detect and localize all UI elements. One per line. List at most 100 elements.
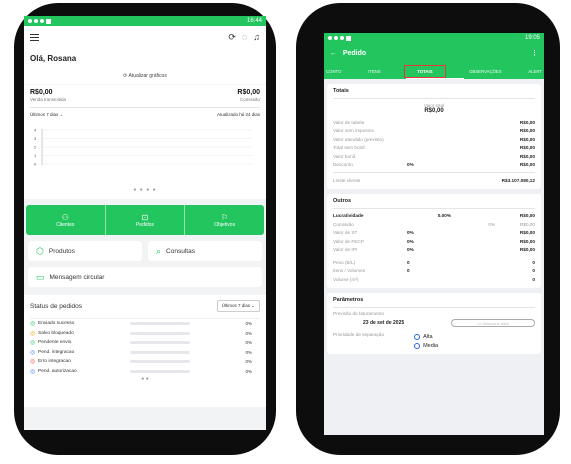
lucratividade-row: Lucratividade 0.00% R$0,00 (333, 212, 535, 221)
update-charts-link[interactable]: ⟳ Atualizar gráficos (24, 73, 266, 84)
consultas-button[interactable]: ⌕ Consultas (148, 241, 262, 261)
shortcut-bar: ⚇ Clientes ⊡ Pedidos ⚐ Objetivos (26, 205, 264, 235)
order-status-card: Status de pedidos Últimos 7 dias ⌄ ◎ Envi… (24, 295, 266, 407)
tab-observacoes[interactable]: OBSERVAÇÕES (467, 69, 504, 74)
back-arrow-icon[interactable]: ← (330, 50, 337, 57)
status-bar-track (130, 341, 190, 345)
previsao-label-text: Previsão de faturamento (333, 311, 385, 317)
status-bar: 19:05 (324, 33, 544, 43)
bag-icon: ⊡ (141, 212, 149, 222)
tax-label: Valor de FECP (333, 238, 364, 244)
sales-label: Venda transmitida (30, 97, 67, 102)
prioridade-label: Prioridade de separação (333, 332, 385, 337)
status-bar-track (130, 331, 190, 335)
status-icon: ◎ (30, 359, 36, 366)
totais-heading: Totais (333, 88, 535, 99)
comissao-value: R$0,00 (519, 221, 535, 227)
status-dots: ● ● (141, 376, 149, 382)
lucratividade-pct: 0.00% (437, 213, 451, 219)
row-label: Valor de tabela (333, 119, 365, 125)
tab-totais[interactable]: TOTAIS (404, 64, 446, 78)
status-row: ◎ Pendente envio 0% (30, 338, 260, 348)
volume-row: Volume (m³) 0 (333, 275, 535, 284)
tax-pct: 0% (407, 238, 414, 244)
produtos-button[interactable]: ⬡ Produtos (28, 241, 142, 261)
outros-card: Outros Lucratividade 0.00% R$0,00 Comiss… (327, 193, 541, 288)
more-icon[interactable]: ⋮ (531, 49, 538, 57)
y-tick-label: 1 (34, 153, 37, 158)
comissao-pct: 0% (488, 221, 495, 227)
sales-chart: 4 3 2 1 0 (34, 128, 252, 167)
limite-label: Limite cliente (333, 177, 361, 183)
tab-alert[interactable]: ALERT (526, 69, 544, 74)
status-row: ◎ Pend. integracao 0% (30, 348, 260, 358)
pedidos-button[interactable]: ⊡ Pedidos (106, 205, 186, 235)
radio-media[interactable]: Media (414, 341, 438, 350)
status-pct: 0% (245, 340, 252, 346)
sales-value: R$0,00 (30, 89, 53, 96)
status-label: Pend. autorizacao (38, 368, 77, 374)
status-row: ◎ Pend. autorizacao 0% (30, 367, 260, 377)
order-header: 19:05 ← Pedido ⋮ CONTO ITENS TOTAIS OBSE… (324, 33, 544, 79)
status-label: Enviado sucesso (38, 321, 75, 327)
totais-card: Totais Valor total R$0,00 Valor de tabel… (327, 84, 541, 189)
clientes-label: Clientes (56, 221, 75, 228)
row-label: Valor atendido (previsto) (333, 136, 384, 142)
y-tick-label: 3 (34, 136, 37, 141)
totais-row: Total sem bonif. R$0,00 (333, 144, 535, 153)
menu-icon[interactable] (30, 33, 39, 41)
radio-circle (414, 333, 421, 340)
parametros-card: Parâmetros Previsão de faturamento 23 de… (327, 292, 541, 354)
commission-value: R$0,00 (237, 89, 260, 96)
row-label: Valor sem impostos (333, 128, 374, 134)
period-label: Últimos 7 dias (30, 112, 59, 117)
clock: 19:05 (524, 35, 540, 41)
previsao-label: Previsão de faturamento (333, 310, 535, 319)
peso-row: Peso (B/L) 0 0 (333, 258, 535, 267)
tax-row: Valor de ST 0% R$0,00 (333, 229, 535, 238)
status-period-select[interactable]: Últimos 7 dias ⌄ (216, 300, 260, 312)
radio-circle (414, 342, 421, 349)
page-title: Pedido (342, 49, 367, 57)
itens-b: 0 (532, 268, 535, 274)
lucratividade-label: Lucratividade (333, 213, 364, 219)
outros-heading: Outros (333, 198, 535, 209)
circular-message-button[interactable]: ▭ Mensagem circular (28, 267, 262, 287)
totais-row: Valor de tabela R$0,00 (333, 118, 535, 127)
peso-label: Peso (B/L) (333, 259, 356, 265)
chat-icon[interactable]: ◌ (242, 32, 247, 43)
lucratividade-value: R$0,00 (519, 213, 535, 219)
tax-label: Valor de IPI (333, 247, 358, 253)
tab-conto[interactable]: CONTO (324, 69, 343, 74)
date-input[interactable]: ▭ Selecione data (451, 319, 535, 327)
row-value: R$0,00 (519, 136, 535, 142)
flag-icon: ⚐ (221, 212, 229, 222)
totais-row: Valor atendido (previsto) R$0,00 (333, 135, 535, 144)
status-label: Erro integracao (38, 359, 71, 365)
search-icon: ⌕ (156, 245, 162, 256)
status-bar-track (130, 369, 190, 373)
clientes-button[interactable]: ⚇ Clientes (26, 205, 106, 235)
tab-itens[interactable]: ITENS (366, 69, 383, 74)
tax-value: R$0,00 (519, 238, 535, 244)
commission-label: Comissão (239, 97, 260, 102)
y-tick-label: 4 (34, 128, 37, 133)
objetivos-button[interactable]: ⚐ Objetivos (185, 205, 264, 235)
sync-icon[interactable]: ⟳ (228, 32, 236, 43)
status-label: Pend. integracao (38, 349, 75, 355)
radio-alta[interactable]: Alta (414, 332, 438, 341)
period-select[interactable]: Últimos 7 dias ⌄ (30, 112, 63, 118)
radio-alta-label: Alta (423, 333, 433, 340)
peso-a: 0 (407, 259, 410, 265)
status-list: ◎ Enviado sucesso 0% ◎ Salvo bloqueado 0% ◎ Pen… (30, 319, 260, 376)
row-label: Total sem bonif. (333, 145, 366, 151)
tax-label: Valor de ST (333, 230, 358, 236)
tax-pct: 0% (407, 247, 414, 253)
status-row: ◎ Erro integracao 0% (30, 357, 260, 367)
y-tick-label: 0 (34, 162, 37, 167)
bell-icon[interactable]: ♫ (253, 32, 260, 43)
row-value: R$0,00 (519, 145, 535, 151)
status-bar-track (130, 350, 190, 354)
status-bar: 16:44 (24, 16, 266, 26)
status-icon: ◎ (30, 349, 36, 356)
